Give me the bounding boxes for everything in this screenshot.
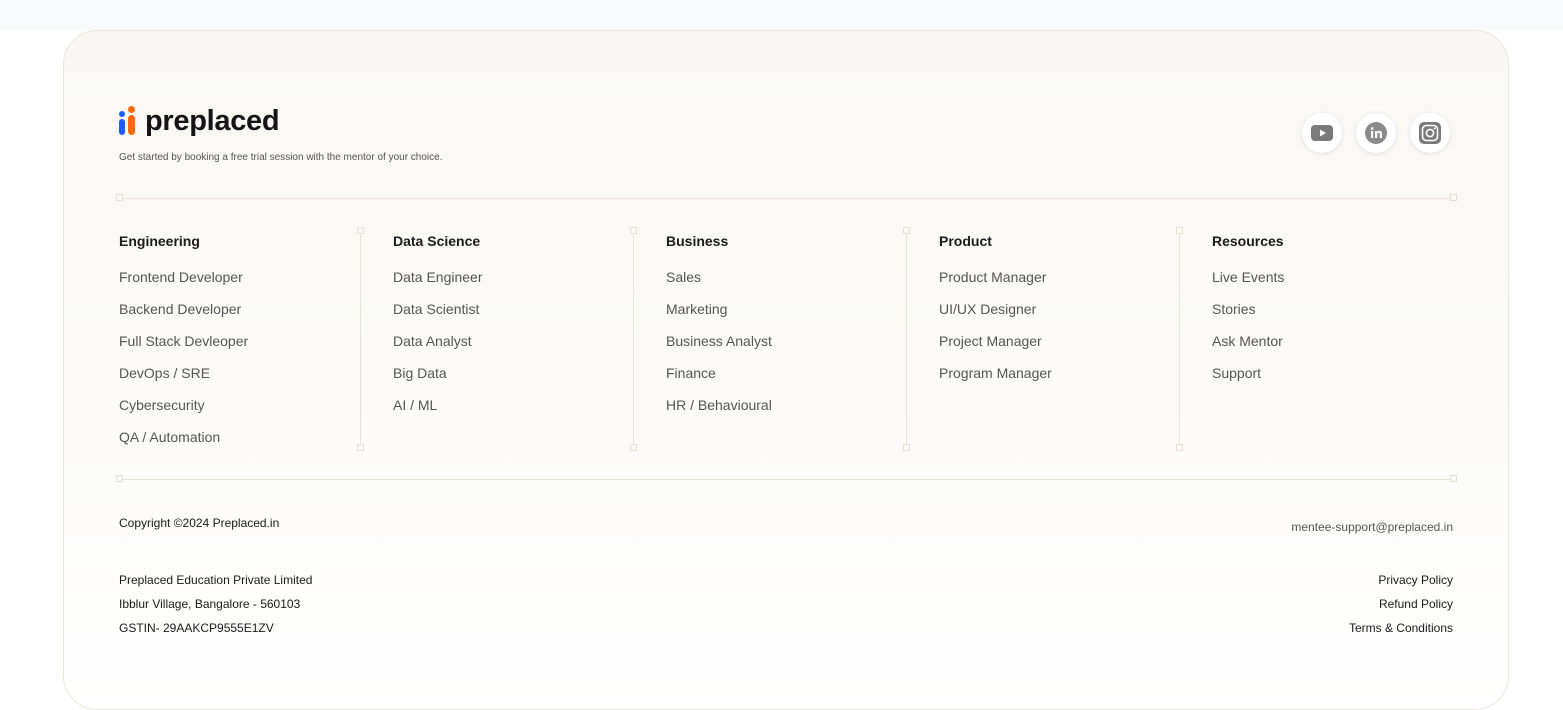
column-title: Resources [1212, 233, 1284, 249]
logo[interactable]: preplaced [119, 104, 280, 138]
instagram-link[interactable] [1410, 113, 1450, 153]
footer-link[interactable]: Project Manager [939, 332, 1052, 350]
footer-link[interactable]: Support [1212, 364, 1284, 382]
logo-text: preplaced [145, 105, 280, 137]
column-separator [630, 227, 637, 451]
column-title: Product [939, 233, 992, 249]
footer-link[interactable]: Big Data [393, 364, 483, 382]
footer-link[interactable]: Full Stack Devleoper [119, 332, 248, 350]
footer-link[interactable]: Data Engineer [393, 268, 483, 286]
bottom-divider [116, 475, 1457, 482]
copyright-text: Copyright ©2024 Preplaced.in [119, 516, 280, 530]
column-resources: Resources Live Events Stories Ask Mentor… [1212, 232, 1284, 396]
youtube-link[interactable] [1302, 113, 1342, 153]
top-strip [0, 0, 1563, 30]
footer-link[interactable]: Sales [666, 268, 772, 286]
footer-link[interactable]: Data Analyst [393, 332, 483, 350]
company-address: Ibblur Village, Bangalore - 560103 [119, 597, 301, 611]
linkedin-link[interactable] [1356, 113, 1396, 153]
footer-link[interactable]: Stories [1212, 300, 1284, 318]
footer-link[interactable]: Frontend Developer [119, 268, 248, 286]
tagline: Get started by booking a free trial sess… [119, 152, 443, 163]
instagram-icon [1419, 122, 1441, 144]
footer-link[interactable]: Data Scientist [393, 300, 483, 318]
footer-link[interactable]: UI/UX Designer [939, 300, 1052, 318]
terms-conditions-link[interactable]: Terms & Conditions [1349, 616, 1453, 640]
column-title: Engineering [119, 233, 200, 249]
footer-link[interactable]: QA / Automation [119, 428, 248, 446]
linkedin-icon [1365, 122, 1387, 144]
column-separator [357, 227, 364, 451]
company-info: Preplaced Education Private Limited Ibbl… [119, 568, 312, 640]
top-divider [116, 194, 1457, 201]
footer-link[interactable]: Cybersecurity [119, 396, 248, 414]
column-data-science: Data Science Data Engineer Data Scientis… [393, 232, 483, 428]
footer-link[interactable]: Program Manager [939, 364, 1052, 382]
footer-link[interactable]: Backend Developer [119, 300, 248, 318]
footer-link[interactable]: Marketing [666, 300, 772, 318]
footer-link[interactable]: Ask Mentor [1212, 332, 1284, 350]
refund-policy-link[interactable]: Refund Policy [1349, 592, 1453, 616]
column-engineering: Engineering Frontend Developer Backend D… [119, 232, 248, 460]
footer-link[interactable]: DevOps / SRE [119, 364, 248, 382]
column-product: Product Product Manager UI/UX Designer P… [939, 232, 1052, 396]
youtube-icon [1311, 125, 1333, 141]
support-email-link[interactable]: mentee-support@preplaced.in [1291, 520, 1453, 534]
column-title: Business [666, 233, 729, 249]
footer-link[interactable]: AI / ML [393, 396, 483, 414]
column-separator [1176, 227, 1183, 451]
footer-link[interactable]: Product Manager [939, 268, 1052, 286]
column-title: Data Science [393, 233, 481, 249]
logo-mark-icon [119, 104, 139, 138]
footer-link[interactable]: Finance [666, 364, 772, 382]
footer-link[interactable]: HR / Behavioural [666, 396, 772, 414]
social-links [1302, 113, 1450, 153]
footer-link[interactable]: Business Analyst [666, 332, 772, 350]
company-gstin: GSTIN- 29AAKCP9555E1ZV [119, 621, 274, 635]
privacy-policy-link[interactable]: Privacy Policy [1349, 568, 1453, 592]
legal-links: Privacy Policy Refund Policy Terms & Con… [1349, 568, 1453, 640]
column-business: Business Sales Marketing Business Analys… [666, 232, 772, 428]
footer-link[interactable]: Live Events [1212, 268, 1284, 286]
company-name: Preplaced Education Private Limited [119, 573, 313, 587]
column-separator [903, 227, 910, 451]
